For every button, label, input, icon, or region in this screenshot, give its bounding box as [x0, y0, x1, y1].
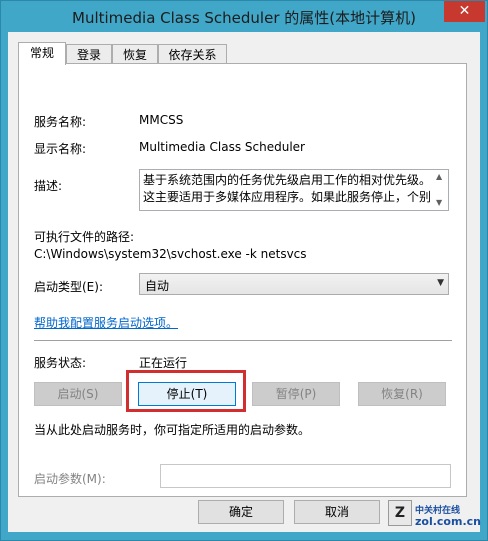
- cancel-button[interactable]: 取消: [294, 500, 380, 524]
- scroll-up-icon[interactable]: ▲: [436, 172, 442, 181]
- general-panel: 服务名称: MMCSS 显示名称: Multimedia Class Sched…: [18, 63, 467, 497]
- window-title: Multimedia Class Scheduler 的属性(本地计算机): [72, 9, 416, 27]
- chevron-down-icon: ▼: [437, 278, 444, 288]
- start-params-label: 启动参数(M):: [34, 472, 106, 486]
- dialog-client: 常规 登录 恢复 依存关系 服务名称: MMCSS 显示名称: Multimed…: [8, 32, 481, 532]
- watermark-en-text: zol.com.cn: [415, 515, 481, 528]
- start-button[interactable]: 启动(S): [34, 382, 122, 406]
- exe-path-label: 可执行文件的路径:: [34, 230, 135, 244]
- description-box[interactable]: 基于系统范围内的任务优先级启用工作的相对优先级。这主要适用于多媒体应用程序。如果…: [139, 169, 449, 211]
- description-label: 描述:: [34, 179, 63, 193]
- divider: [34, 340, 452, 341]
- tab-dependencies[interactable]: 依存关系: [158, 44, 227, 64]
- properties-window: Multimedia Class Scheduler 的属性(本地计算机) ✕ …: [0, 0, 488, 541]
- description-text: 基于系统范围内的任务优先级启用工作的相对优先级。这主要适用于多媒体应用程序。如果…: [143, 173, 432, 204]
- start-params-hint: 当从此处启动服务时，你可指定所适用的启动参数。: [34, 423, 311, 437]
- stop-button-highlight: [126, 370, 246, 412]
- title-bar[interactable]: Multimedia Class Scheduler 的属性(本地计算机) ✕: [1, 1, 487, 33]
- tab-general[interactable]: 常规: [18, 42, 66, 65]
- close-icon: ✕: [458, 3, 471, 19]
- start-params-input[interactable]: [160, 464, 451, 488]
- display-name-value: Multimedia Class Scheduler: [139, 140, 305, 154]
- startup-type-label: 启动类型(E):: [34, 280, 103, 294]
- scroll-down-icon[interactable]: ▼: [436, 198, 442, 207]
- close-button[interactable]: ✕: [444, 1, 485, 22]
- startup-type-select[interactable]: 自动 ▼: [139, 273, 449, 295]
- ok-button[interactable]: 确定: [198, 500, 284, 524]
- exe-path-value: C:\Windows\system32\svchost.exe -k netsv…: [34, 247, 307, 261]
- display-name-label: 显示名称:: [34, 142, 87, 156]
- status-value: 正在运行: [139, 356, 188, 370]
- service-name-label: 服务名称:: [34, 115, 87, 129]
- tab-recovery[interactable]: 恢复: [112, 44, 158, 64]
- help-config-link[interactable]: 帮助我配置服务启动选项。: [34, 314, 178, 331]
- tab-logon[interactable]: 登录: [66, 44, 112, 64]
- startup-type-value: 自动: [145, 279, 170, 293]
- status-label: 服务状态:: [34, 356, 87, 370]
- description-scrollbar[interactable]: ▲ ▼: [434, 170, 448, 210]
- zol-watermark: Z 中关村在线 zol.com.cn: [388, 498, 481, 532]
- zol-logo-icon: Z: [388, 500, 412, 526]
- resume-button[interactable]: 恢复(R): [358, 382, 446, 406]
- service-name-value: MMCSS: [139, 113, 184, 127]
- pause-button[interactable]: 暂停(P): [252, 382, 340, 406]
